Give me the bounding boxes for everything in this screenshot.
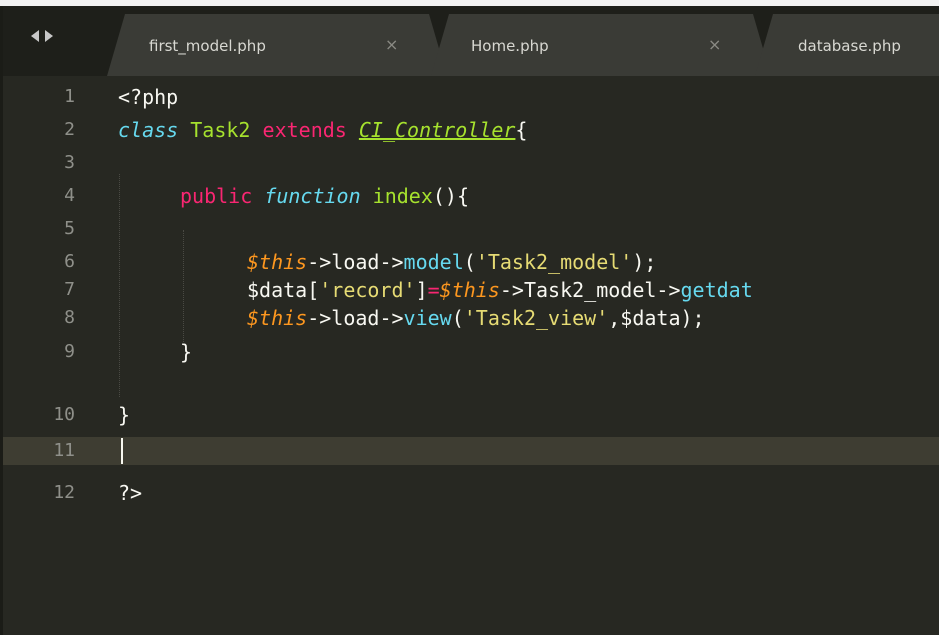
text-cursor	[121, 438, 123, 464]
line-number: 11	[53, 440, 75, 461]
line-number: 10	[53, 404, 75, 425]
line-number: 4	[64, 185, 75, 206]
tab-bar: first_model.php × Home.php × database.ph…	[3, 6, 939, 76]
line-number: 8	[64, 307, 75, 328]
code-text: $data['record']=$this->Task2_model->getd…	[247, 278, 753, 302]
code-line: 6 $this->load->model('Task2_model');	[3, 248, 939, 276]
arrow-left-icon[interactable]	[31, 30, 39, 42]
code-text: $this->load->model('Task2_model');	[247, 250, 657, 274]
close-icon[interactable]: ×	[708, 35, 721, 54]
code-line: 10 }	[3, 401, 939, 429]
tab-home[interactable]: Home.php ×	[431, 14, 771, 76]
code-line: 7 $data['record']=$this->Task2_model->ge…	[3, 276, 939, 304]
line-number: 1	[64, 86, 75, 107]
close-icon[interactable]: ×	[385, 35, 398, 54]
tab-label: first_model.php	[149, 37, 266, 55]
editor-window: first_model.php × Home.php × database.ph…	[0, 0, 939, 635]
arrow-right-icon[interactable]	[45, 30, 53, 42]
code-text: }	[180, 340, 193, 364]
line-number: 5	[64, 218, 75, 239]
line-number: 12	[53, 482, 75, 503]
code-text: $this->load->view('Task2_view',$data);	[247, 306, 705, 330]
tab-database[interactable]: database.php	[755, 14, 939, 76]
code-text: }	[118, 403, 131, 427]
code-line: 12 ?>	[3, 479, 939, 507]
line-number: 3	[64, 152, 75, 173]
code-line: 9 }	[3, 338, 939, 366]
code-line: 4 public function index(){	[3, 182, 939, 210]
code-text: public function index(){	[180, 184, 470, 208]
line-number: 2	[64, 119, 75, 140]
code-line: 8 $this->load->view('Task2_view',$data);	[3, 304, 939, 332]
code-line-current: 11	[3, 437, 939, 465]
code-text: class Task2 extends CI_Controller{	[118, 118, 528, 142]
line-number: 7	[64, 279, 75, 300]
code-line: 5	[3, 215, 939, 243]
line-number: 9	[64, 341, 75, 362]
code-line: 1 <?php	[3, 83, 939, 111]
code-line: 2 class Task2 extends CI_Controller{	[3, 116, 939, 144]
code-text: <?php	[118, 85, 179, 109]
tab-navigation-arrows[interactable]	[31, 21, 53, 51]
code-editor[interactable]: 1 <?php 2 class Task2 extends CI_Control…	[3, 76, 939, 635]
line-number: 6	[64, 251, 75, 272]
tab-label: Home.php	[471, 37, 549, 55]
code-line: 3	[3, 149, 939, 177]
code-text: ?>	[118, 481, 143, 505]
tab-label: database.php	[798, 37, 901, 55]
tab-first-model[interactable]: first_model.php ×	[107, 14, 447, 76]
